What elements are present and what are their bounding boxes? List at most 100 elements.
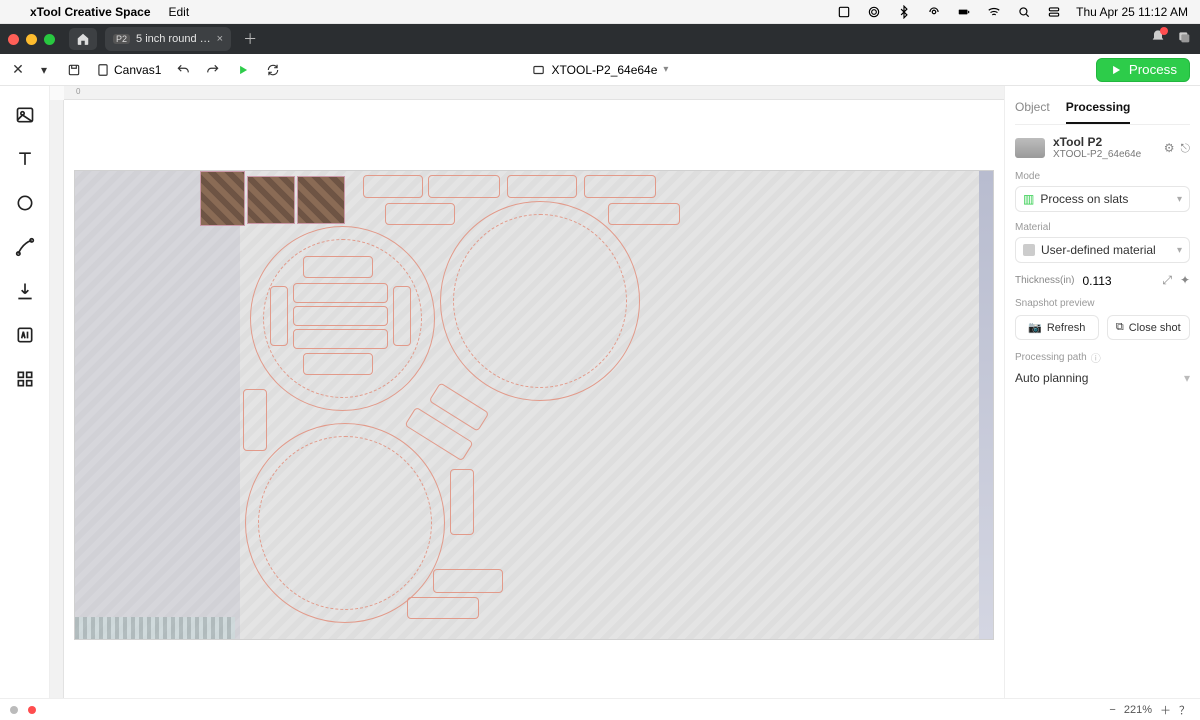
zoom-window-icon[interactable] xyxy=(44,34,55,45)
vector-rect[interactable] xyxy=(393,286,411,346)
processing-path-select[interactable]: Auto planning ▾ xyxy=(1015,371,1190,385)
refresh-button[interactable]: 📷 Refresh xyxy=(1015,315,1099,340)
zoom-out-button[interactable]: − xyxy=(1109,704,1115,716)
vector-rect[interactable] xyxy=(433,569,503,593)
text-tool-icon[interactable] xyxy=(14,148,36,170)
material-select[interactable]: User-defined material ▾ xyxy=(1015,237,1190,263)
vector-rect[interactable] xyxy=(584,175,656,198)
chevron-down-icon: ▾ xyxy=(1177,194,1182,205)
vector-rect[interactable] xyxy=(303,256,373,278)
image-tool-icon[interactable] xyxy=(14,104,36,126)
shape-tool-icon[interactable] xyxy=(14,192,36,214)
document-tab[interactable]: P2 5 inch round … × xyxy=(105,27,231,51)
zoom-value: 221% xyxy=(1124,704,1152,716)
help-icon[interactable]: ？ xyxy=(1179,702,1190,718)
undo-icon[interactable] xyxy=(175,62,191,78)
process-button[interactable]: Process xyxy=(1096,58,1190,82)
device-selector[interactable]: XTOOL-P2_64e64e ▾ xyxy=(532,63,669,77)
traffic-lights[interactable] xyxy=(8,34,55,45)
vector-rect[interactable] xyxy=(303,353,373,375)
vector-rect[interactable] xyxy=(293,329,388,349)
close-icon[interactable]: ✕ xyxy=(10,62,26,78)
device-thumb-icon xyxy=(1015,138,1045,158)
measure-icon[interactable]: ✦ xyxy=(1180,273,1190,288)
battery-icon[interactable] xyxy=(956,4,972,20)
material-value: User-defined material xyxy=(1041,243,1156,257)
chevron-down-icon: ▾ xyxy=(663,64,668,75)
menu-edit[interactable]: Edit xyxy=(169,5,190,19)
save-icon[interactable] xyxy=(66,62,82,78)
status-dot-gray-icon[interactable] xyxy=(10,706,18,714)
tab-object[interactable]: Object xyxy=(1015,96,1050,124)
processing-path-value: Auto planning xyxy=(1015,371,1088,385)
processing-path-label: Processing path ⓘ xyxy=(1015,350,1190,365)
device-sub: XTOOL-P2_64e64e xyxy=(1053,149,1141,161)
minimize-window-icon[interactable] xyxy=(26,34,37,45)
raster-image[interactable] xyxy=(297,176,345,224)
redo-icon[interactable] xyxy=(205,62,221,78)
vector-circle-dashed[interactable] xyxy=(453,214,627,388)
device-eject-icon[interactable]: ⎋ xyxy=(1181,141,1191,156)
mac-menubar: xTool Creative Space Edit Thu Apr 25 11:… xyxy=(0,0,1200,24)
main-toolbar: ✕ ▾ Canvas1 XTOOL-P2_64e64e ▾ Process xyxy=(0,54,1200,86)
snapshot-label: Snapshot preview xyxy=(1015,298,1190,309)
close-window-icon[interactable] xyxy=(8,34,19,45)
canvas[interactable] xyxy=(64,100,1004,698)
vector-circle-dashed[interactable] xyxy=(258,436,432,610)
spotlight-icon[interactable] xyxy=(1016,4,1032,20)
autofocus-icon[interactable]: ⤢ xyxy=(1162,273,1172,288)
airdrop-icon[interactable] xyxy=(926,4,942,20)
bluetooth-icon[interactable] xyxy=(896,4,912,20)
raster-image[interactable] xyxy=(247,176,295,224)
device-row: xTool P2 XTOOL-P2_64e64e ⚙ ⎋ xyxy=(1015,135,1190,161)
mode-value: Process on slats xyxy=(1040,192,1128,206)
menubar-datetime[interactable]: Thu Apr 25 11:12 AM xyxy=(1076,5,1188,19)
vector-rect[interactable] xyxy=(243,389,267,451)
vector-rect[interactable] xyxy=(407,597,479,619)
new-tab-button[interactable]: ＋ xyxy=(239,28,261,50)
raster-image[interactable] xyxy=(200,171,245,226)
slats-icon: ▥ xyxy=(1023,192,1034,206)
refresh-icon[interactable] xyxy=(265,62,281,78)
play-icon[interactable] xyxy=(235,62,251,78)
app-name[interactable]: xTool Creative Space xyxy=(30,5,151,19)
device-settings-icon[interactable]: ⚙ xyxy=(1164,141,1175,156)
control-center-icon[interactable] xyxy=(1046,4,1062,20)
vector-rect[interactable] xyxy=(385,203,455,225)
notifications-icon[interactable] xyxy=(1150,29,1166,50)
info-icon[interactable]: ⓘ xyxy=(1091,350,1101,365)
vector-tool-icon[interactable] xyxy=(14,236,36,258)
wifi-icon[interactable] xyxy=(986,4,1002,20)
crop-icon: ⧉ xyxy=(1116,321,1124,334)
ai-tool-icon[interactable] xyxy=(14,324,36,346)
machine-bed xyxy=(74,170,994,640)
cloud-icon[interactable] xyxy=(866,4,882,20)
process-button-label: Process xyxy=(1129,62,1177,77)
vector-rect[interactable] xyxy=(363,175,423,198)
closeshot-button[interactable]: ⧉ Close shot xyxy=(1107,315,1191,340)
mode-select[interactable]: ▥ Process on slats ▾ xyxy=(1015,186,1190,212)
chevron-down-icon: ▾ xyxy=(1184,371,1190,385)
zoom-in-button[interactable]: ＋ xyxy=(1160,702,1171,718)
import-tool-icon[interactable] xyxy=(14,280,36,302)
canvas-area[interactable]: 0 xyxy=(50,86,1004,698)
vector-rect[interactable] xyxy=(507,175,577,198)
slats-icon xyxy=(75,617,235,639)
home-button[interactable] xyxy=(69,28,97,50)
status-dot-red-icon[interactable] xyxy=(28,706,36,714)
thickness-input[interactable] xyxy=(1082,274,1130,288)
tab-processing[interactable]: Processing xyxy=(1066,96,1131,124)
layers-icon[interactable] xyxy=(1176,29,1192,50)
vector-rect[interactable] xyxy=(428,175,500,198)
close-tab-icon[interactable]: × xyxy=(217,33,223,45)
canvas-name-label: Canvas1 xyxy=(114,63,161,77)
vector-rect[interactable] xyxy=(293,283,388,303)
chevron-down-icon[interactable]: ▾ xyxy=(36,62,52,78)
apps-tool-icon[interactable] xyxy=(14,368,36,390)
vector-rect[interactable] xyxy=(293,306,388,326)
vector-rect[interactable] xyxy=(608,203,680,225)
tray-icon-1[interactable] xyxy=(836,4,852,20)
vector-rect[interactable] xyxy=(270,286,288,346)
vector-rect[interactable] xyxy=(450,469,474,535)
canvas-name[interactable]: Canvas1 xyxy=(96,63,161,77)
